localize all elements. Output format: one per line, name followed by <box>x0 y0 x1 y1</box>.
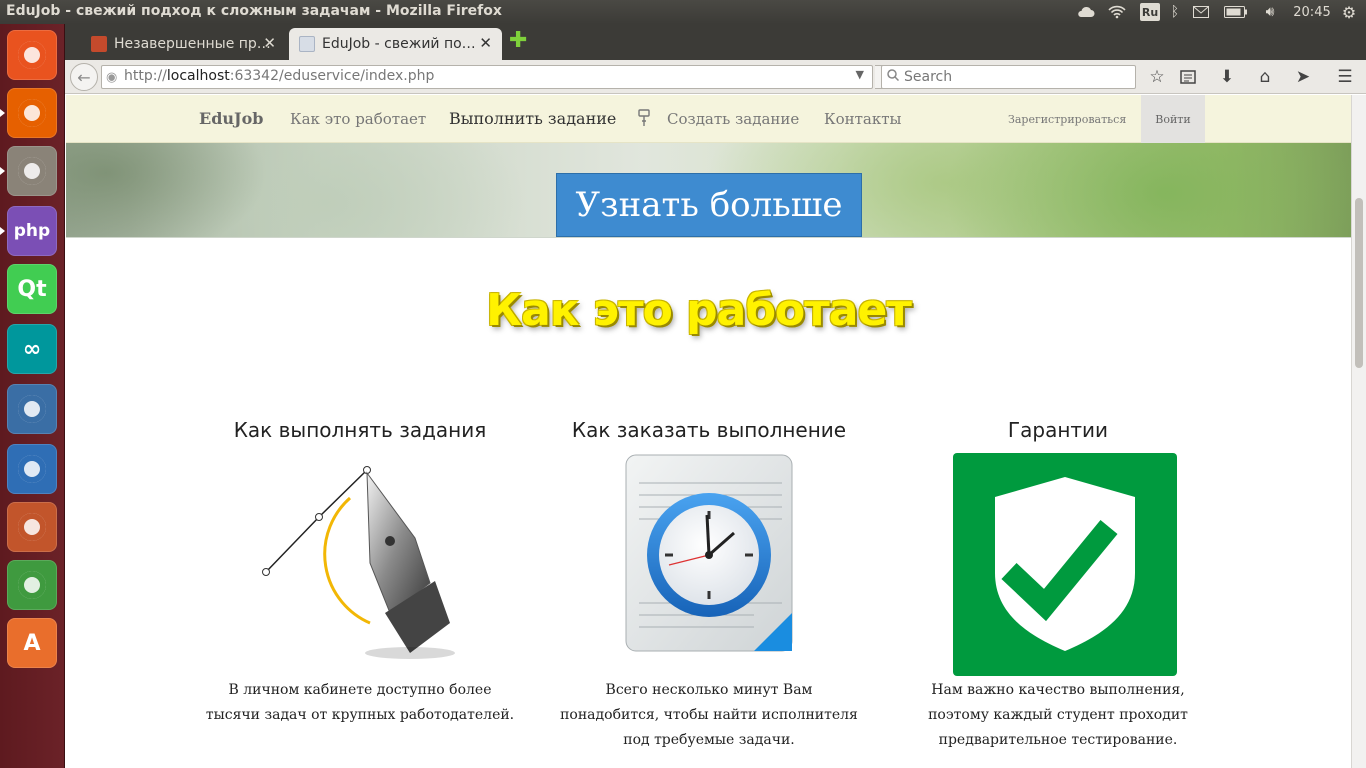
send-icon[interactable]: ➤ <box>1291 65 1315 89</box>
scrollbar-thumb[interactable] <box>1355 198 1363 368</box>
search-placeholder: Search <box>904 69 953 85</box>
feature-how-to-order: Как заказать выполнение Всего несколько … <box>539 418 879 748</box>
launcher-glyph <box>18 571 46 599</box>
menu-hamburger-icon[interactable]: ☰ <box>1333 65 1357 89</box>
running-indicator <box>0 109 5 117</box>
launcher-glyph <box>18 99 46 127</box>
launcher-software-center-icon[interactable]: A <box>7 618 57 668</box>
tab-edujob[interactable]: EduJob - свежий по… ✕ <box>289 28 502 60</box>
section-title: Как это работает <box>486 285 912 336</box>
launcher-impress-icon[interactable] <box>7 502 57 552</box>
tab-unfinished-projects[interactable]: Незавершенные пр… ✕ <box>81 28 286 60</box>
close-tab-icon[interactable]: ✕ <box>263 34 276 52</box>
back-arrow-icon[interactable]: ← <box>70 63 98 91</box>
launcher-phpstorm-icon[interactable]: php <box>7 206 57 256</box>
launcher-glyph <box>18 513 46 541</box>
feature-heading: Гарантии <box>1007 418 1109 442</box>
home-icon[interactable]: ⌂ <box>1253 65 1277 89</box>
feature-how-to-do-tasks: Как выполнять задания В личном кабинете … <box>190 418 530 723</box>
volume-icon[interactable]: 🔊︎ <box>1258 2 1282 22</box>
launcher-writer-icon[interactable] <box>7 444 57 494</box>
launcher-arduino-icon[interactable]: ∞ <box>7 324 57 374</box>
web-page: EduJob Как это работает Выполнить задани… <box>66 95 1351 768</box>
search-icon <box>887 69 900 85</box>
bluetooth-icon[interactable]: ᛒ <box>1167 2 1183 22</box>
shield-check-icon <box>953 453 1177 676</box>
pen-tool-icon <box>262 466 455 659</box>
launcher-glyph <box>18 157 46 185</box>
tab-title: Незавершенные пр… <box>114 36 271 52</box>
wifi-icon[interactable] <box>1106 2 1128 22</box>
clock-document-icon <box>625 454 793 652</box>
url-dropdown-icon[interactable]: ▼ <box>856 68 864 81</box>
launcher-glyph <box>18 395 46 423</box>
nav-do-task[interactable]: Выполнить задание <box>449 109 616 128</box>
navigation-toolbar: ← ◉ http://localhost:63342/eduservice/in… <box>65 60 1366 94</box>
reading-list-icon[interactable] <box>1176 65 1200 89</box>
launcher-glyph <box>18 455 46 483</box>
nav-how-it-works[interactable]: Как это работает <box>290 110 426 128</box>
feature-description: Нам важно качество выполнения, поэтому к… <box>928 682 1188 748</box>
nav-contacts[interactable]: Контакты <box>824 110 902 128</box>
os-top-bar: EduJob - свежий подход к сложным задачам… <box>0 0 1366 24</box>
download-arrow-icon[interactable]: ⬇ <box>1215 65 1239 89</box>
site-navbar: EduJob Как это работает Выполнить задани… <box>66 95 1351 143</box>
unity-launcher: php Qt ∞ A <box>0 24 65 768</box>
battery-icon[interactable] <box>1222 2 1250 22</box>
feature-guarantees: Гарантии Нам важно качество выполнения, … <box>888 418 1228 748</box>
gear-icon[interactable]: ⚙ <box>1338 2 1360 22</box>
feature-description: Всего несколько минут Вам понадобится, ч… <box>560 682 858 748</box>
tab-title: EduJob - свежий по… <box>322 36 476 52</box>
running-indicator <box>0 167 5 175</box>
running-indicator <box>0 227 5 235</box>
launcher-thunderbird-icon[interactable] <box>7 384 57 434</box>
feature-heading: Как заказать выполнение <box>571 418 847 442</box>
launcher-files-icon[interactable] <box>7 146 57 196</box>
new-tab-plus-icon[interactable]: ✚ <box>509 30 529 52</box>
tab-bar: Незавершенные пр… ✕ EduJob - свежий по… … <box>65 24 1366 60</box>
wrench-icon <box>637 109 651 131</box>
launcher-glyph: php <box>13 221 51 241</box>
feature-description: В личном кабинете доступно более тысячи … <box>205 682 515 723</box>
launcher-calc-icon[interactable] <box>7 560 57 610</box>
site-brand[interactable]: EduJob <box>199 109 263 128</box>
learn-more-button[interactable]: Узнать больше <box>556 173 862 237</box>
keyboard-layout-indicator[interactable]: Ru <box>1140 3 1160 21</box>
search-input[interactable]: Search <box>881 65 1136 89</box>
window-title: EduJob - свежий подход к сложным задачам… <box>6 3 502 19</box>
launcher-firefox-icon[interactable] <box>7 88 57 138</box>
feature-heading: Как выполнять задания <box>233 418 487 442</box>
tab-favicon-icon <box>91 36 107 52</box>
cloud-icon[interactable] <box>1075 2 1097 22</box>
clock[interactable]: 20:45 <box>1290 2 1334 22</box>
nav-create-task[interactable]: Создать задание <box>667 110 799 128</box>
page-scrollbar[interactable] <box>1351 95 1366 768</box>
login-link[interactable]: Войти <box>1141 95 1205 143</box>
close-tab-icon[interactable]: ✕ <box>479 34 492 52</box>
launcher-ubuntu-icon[interactable] <box>7 30 57 80</box>
url-text[interactable]: http://localhost:63342/eduservice/index.… <box>124 68 434 84</box>
url-bar[interactable]: ◉ http://localhost:63342/eduservice/inde… <box>101 65 873 89</box>
hero-banner: Узнать больше <box>66 143 1351 238</box>
launcher-glyph <box>18 41 46 69</box>
bookmark-star-icon[interactable]: ☆ <box>1145 65 1169 89</box>
register-link[interactable]: Зарегистрироваться <box>1008 113 1126 126</box>
launcher-glyph: ∞ <box>22 336 42 362</box>
launcher-glyph: A <box>23 630 41 656</box>
launcher-qt-creator-icon[interactable]: Qt <box>7 264 57 314</box>
globe-icon: ◉ <box>106 70 118 85</box>
tab-favicon-icon <box>299 36 315 52</box>
launcher-glyph: Qt <box>17 276 47 302</box>
mail-icon[interactable] <box>1190 2 1212 22</box>
